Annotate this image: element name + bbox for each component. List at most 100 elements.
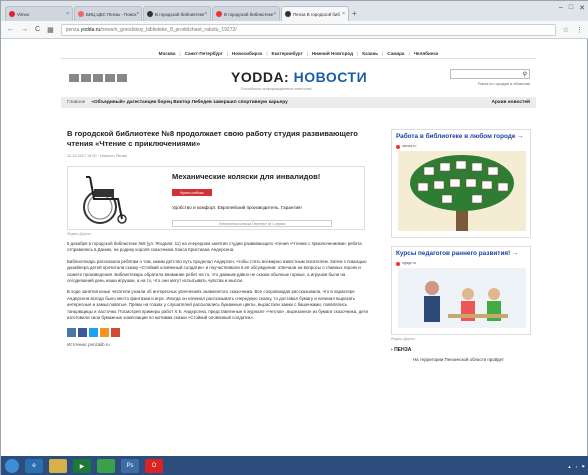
city-link[interactable]: Санкт-Петербург	[185, 51, 223, 56]
close-icon[interactable]: ×	[136, 11, 139, 17]
article-paragraph: 5 декабря в городской библиотеке №8 (ул.…	[67, 241, 362, 253]
ie-icon[interactable]: e	[25, 459, 43, 473]
close-icon[interactable]: ×	[204, 11, 207, 17]
penza-news-item[interactable]: На территории Пензенской области пройдет	[391, 357, 531, 363]
address-bar-row: ← → C ▦ penza. yodda.ru/news/n_gorodskoy_…	[1, 21, 588, 39]
tab-label: БИЦ ЦБС Пензы - Поиск	[86, 11, 137, 17]
city-link[interactable]: Москва	[159, 51, 176, 56]
ad-card-source: rabota.ru	[392, 144, 530, 151]
tab-bar: Vimeo × БИЦ ЦБС Пензы - Поиск × В городско…	[1, 1, 588, 21]
article-meta: 12.12.2017 19:00 · Новости Пензы	[67, 154, 128, 158]
site-tagline: Российское информационное агентство	[241, 87, 312, 91]
new-tab-button[interactable]: +	[352, 9, 362, 21]
ad-card-teacher-courses[interactable]: Курсы педагогов раннего развития! → ngag…	[391, 246, 531, 335]
tab-library-2[interactable]: В городской библиотеке ×	[212, 6, 280, 21]
city-link[interactable]: Самара	[387, 51, 404, 56]
article-date: 12.12.2017 19:00	[67, 154, 97, 158]
maximize-icon[interactable]: □	[569, 4, 573, 12]
city-link[interactable]: Нижний Новгород	[312, 51, 353, 56]
archive-link[interactable]: Архив новостей	[492, 100, 530, 105]
search-cities-link[interactable]: Поиск по городам и областям	[478, 82, 530, 86]
search-icon[interactable]: ⚲	[523, 71, 527, 78]
article-section-link[interactable]: Новости Пензы	[100, 154, 127, 158]
menu-icon[interactable]: ⋮	[576, 26, 583, 34]
site-header: YODDA: НОВОСТИ Российское информационное…	[61, 65, 536, 97]
ticker-headline[interactable]: «Объединый» дагестанцев борец Виктор Леб…	[91, 100, 287, 105]
minimize-icon[interactable]: –	[559, 4, 563, 12]
rss-icon[interactable]	[117, 74, 127, 82]
folder-icon[interactable]	[49, 459, 67, 473]
tab-library-1[interactable]: В городской библиотеке ×	[143, 6, 211, 21]
site-logo[interactable]: YODDA: НОВОСТИ	[231, 69, 367, 85]
ad-description: Удобство и комфорт. Европейский производ…	[172, 205, 302, 210]
google-share-icon[interactable]	[111, 328, 120, 338]
web-page: Москва | Санкт-Петербург | Новосибирск | Ек…	[61, 49, 536, 449]
ad-buy-button[interactable]: Купить сейчас	[172, 189, 212, 196]
system-tray: ▲ ♪ ⚑	[567, 464, 585, 469]
url-path: /news/n_gorodskoy_biblioteke_8_prodolzha…	[100, 26, 237, 33]
bookmark-star-icon[interactable]: ☆	[563, 26, 569, 34]
browser-window: Vimeo × БИЦ ЦБС Пензы - Поиск × В городско…	[0, 0, 588, 475]
vk-icon[interactable]	[69, 74, 79, 82]
photoshop-icon[interactable]: Ps	[121, 459, 139, 473]
share-buttons	[67, 328, 373, 338]
ad-card-library-jobs[interactable]: Работа в библиотеке в любом городе → rab…	[391, 129, 531, 238]
penza-section-heading[interactable]: › ПЕНЗА	[391, 347, 531, 353]
city-nav: Москва | Санкт-Петербург | Новосибирск | Ек…	[61, 49, 536, 59]
apps-icon[interactable]: ▦	[47, 26, 54, 34]
article-paragraph: В ходе занятия юные читатели узнали об и…	[67, 289, 368, 321]
reload-icon[interactable]: C	[35, 26, 40, 33]
close-icon[interactable]: ×	[273, 11, 276, 17]
flag-icon[interactable]: ⚑	[581, 464, 585, 469]
social-links	[69, 74, 127, 82]
url-field[interactable]: penza. yodda.ru/news/n_gorodskoy_bibliote…	[60, 23, 556, 36]
twitter-share-icon[interactable]	[89, 328, 98, 338]
odnoklassniki-icon[interactable]	[105, 74, 115, 82]
city-link[interactable]: Челябинск	[414, 51, 439, 56]
ad-card-source: ngage.ru	[392, 261, 530, 268]
tab-vimeo[interactable]: Vimeo ×	[5, 6, 73, 21]
news-ticker: Главное «Объединый» дагестанцев борец Ви…	[61, 97, 536, 108]
back-icon[interactable]: ←	[7, 26, 14, 33]
search-input[interactable]: ⚲	[450, 69, 530, 79]
close-icon[interactable]: ×	[342, 11, 345, 17]
tab-search[interactable]: БИЦ ЦБС Пензы - Поиск ×	[74, 6, 142, 21]
wheelchair-image	[83, 176, 127, 224]
network-icon[interactable]: ▲	[567, 464, 571, 469]
facebook-icon[interactable]	[81, 74, 91, 82]
penza-heading-text: ПЕНЗА	[394, 347, 412, 353]
opera-icon[interactable]: O	[145, 459, 163, 473]
tab-label: В городской библиотеке	[224, 11, 274, 17]
tab-label: Vimeo	[17, 11, 30, 17]
twitter-icon[interactable]	[93, 74, 103, 82]
ticker-label: Главное	[67, 100, 86, 105]
teacher-children-image	[398, 268, 526, 328]
tab-penza-active[interactable]: Пенза В городской биб ×	[281, 6, 349, 21]
volume-icon[interactable]: ♪	[575, 464, 577, 469]
window-controls: – □ ✕	[559, 4, 585, 12]
city-link[interactable]: Екатеринбург	[272, 51, 303, 56]
logo-word-2: НОВОСТИ	[293, 69, 368, 85]
media-player-icon[interactable]: ▶	[73, 459, 91, 473]
vk-share-icon[interactable]	[67, 328, 76, 338]
article: В городской библиотеке №8 продолжает сво…	[67, 129, 373, 347]
site-favicon-icon	[216, 11, 222, 17]
chrome-icon[interactable]	[97, 459, 115, 473]
facebook-share-icon[interactable]	[78, 328, 87, 338]
start-icon[interactable]	[5, 459, 19, 473]
ad-label: Яндекс.Директ	[391, 337, 416, 341]
close-window-icon[interactable]: ✕	[579, 4, 585, 12]
tab-label: Пенза В городской биб	[293, 11, 340, 17]
ad-footer-link[interactable]: Электронная коляска Переверт за 1 сервис	[172, 220, 332, 227]
article-title: В городской библиотеке №8 продолжает сво…	[67, 129, 358, 148]
ad-card-title: Курсы педагогов раннего развития! →	[396, 250, 519, 257]
close-icon[interactable]: ×	[66, 11, 69, 17]
site-favicon-icon	[78, 11, 84, 17]
city-link[interactable]: Новосибирск	[232, 51, 262, 56]
city-link[interactable]: Казань	[362, 51, 378, 56]
ad-banner[interactable]: Механические коляски для инвалидов! Купи…	[67, 166, 365, 230]
article-source[interactable]: Источник: penzalib.ru	[67, 342, 373, 347]
forward-icon[interactable]: →	[21, 26, 28, 33]
logo-word-1: YODDA:	[231, 69, 290, 85]
odnoklassniki-share-icon[interactable]	[100, 328, 109, 338]
